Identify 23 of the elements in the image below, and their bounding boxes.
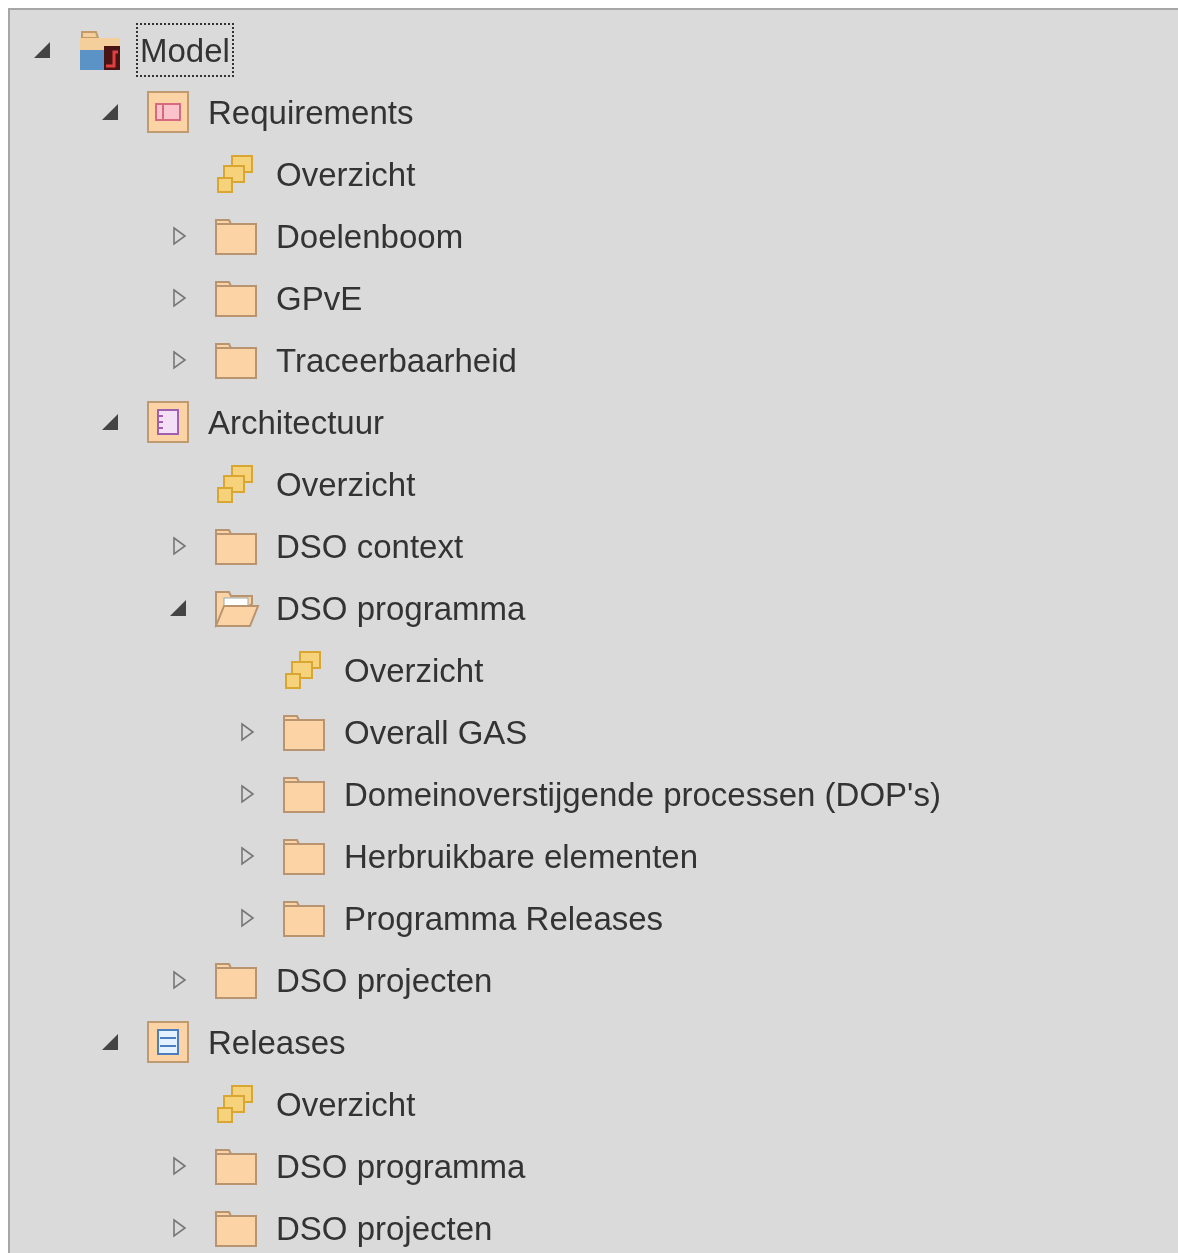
tree-item[interactable]: Domeinoverstijgende processen (DOP's) [340,767,945,821]
tree-item[interactable]: Programma Releases [340,891,668,945]
tree-item[interactable]: DSO context [272,519,468,573]
releases-package-icon [144,1018,192,1066]
tree-item[interactable]: Releases [204,1015,350,1069]
requirements-package-icon [144,88,192,136]
tree-item[interactable]: Overall GAS [340,705,532,759]
tree-item[interactable]: DSO programma [272,1139,530,1193]
tree-item[interactable]: Traceerbaarheid [272,333,521,387]
tree-item[interactable]: Herbruikbare elementen [340,829,703,883]
tree-item[interactable]: GPvE [272,271,367,325]
tree-item[interactable]: Model [136,23,234,77]
tree-item[interactable]: Overzicht [272,147,420,201]
tree-item[interactable]: Overzicht [272,1077,420,1131]
tree-item[interactable]: DSO programma [272,581,530,635]
tree-item[interactable]: DSO projecten [272,1201,497,1253]
tree-item[interactable]: Requirements [204,85,418,139]
tree-item[interactable]: Doelenboom [272,209,468,263]
tree-item[interactable]: Architectuur [204,395,389,449]
tree-item[interactable]: DSO projecten [272,953,497,1007]
tree-item[interactable]: Overzicht [340,643,488,697]
tree-item[interactable]: Overzicht [272,457,420,511]
architecture-package-icon [144,398,192,446]
